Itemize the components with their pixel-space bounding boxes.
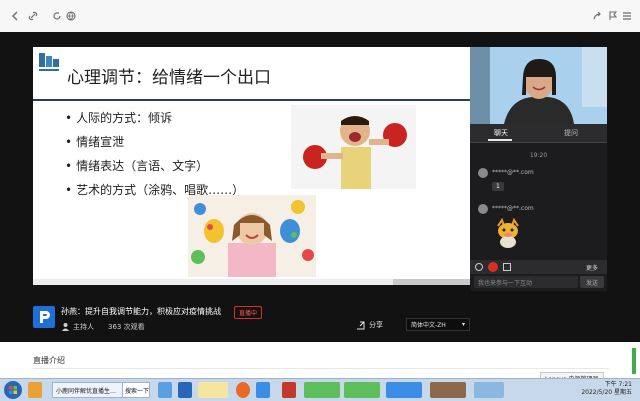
avatar	[478, 204, 488, 214]
app-icon[interactable]	[28, 382, 42, 398]
flag-icon[interactable]	[606, 9, 620, 23]
taskbar: 小鹿同伴解忧直播生… 搜索一下 下午 7:21 2022/5/20 星期五	[0, 378, 640, 401]
stream-title: 孙燕：提升自我调节能力，积极应对疫情挑战	[61, 307, 221, 316]
avatar	[478, 168, 488, 178]
menu-icon[interactable]	[620, 9, 634, 23]
boxing-child-photo	[291, 105, 416, 189]
wechat-icon[interactable]	[344, 382, 380, 398]
taskbar-clock[interactable]: 下午 7:21 2022/5/20 星期五	[581, 381, 632, 397]
bullet-item: 情绪表达（言语、文字）	[65, 157, 208, 174]
refresh-icon[interactable]	[50, 9, 64, 23]
language-value: 简体中文-ZH	[411, 322, 446, 329]
university-logo	[37, 51, 61, 75]
firefox-icon[interactable]	[236, 382, 250, 398]
chat-username: *****@**.com	[492, 205, 534, 212]
app-icon[interactable]	[386, 382, 422, 398]
gift-icon[interactable]	[488, 262, 498, 272]
link-icon[interactable]	[26, 9, 40, 23]
slide-footer-accent	[393, 279, 470, 285]
app-icon[interactable]	[474, 382, 504, 398]
chat-panel: 聊天 提问 19:20 *****@**.com 1 *****@**.com …	[470, 124, 607, 291]
tab-chat[interactable]: 聊天	[494, 128, 508, 138]
slide-title: 心理调节：给情绪一个出口	[67, 68, 271, 88]
chat-username: *****@**.com	[492, 169, 534, 176]
host-icon	[61, 322, 70, 331]
chat-input[interactable]: 我也来参与一下互动	[474, 276, 578, 288]
taskbar-search[interactable]: 搜索一下	[122, 382, 150, 398]
app-icon[interactable]	[430, 382, 466, 398]
chat-tools-bar: 更多	[470, 260, 607, 274]
section-title: 直播介绍	[33, 356, 65, 365]
tab-questions[interactable]: 提问	[564, 128, 578, 138]
active-tab-indicator	[488, 139, 512, 141]
scrollbar-thumb[interactable]	[632, 348, 636, 374]
browser-toolbar	[0, 0, 640, 33]
app-icon[interactable]	[256, 382, 270, 398]
bullet-item: 情绪宣泄	[65, 133, 124, 150]
painting-child-photo	[188, 195, 316, 277]
start-button[interactable]	[4, 381, 22, 399]
emoji-icon[interactable]	[475, 263, 483, 271]
section-divider	[33, 368, 609, 369]
image-icon[interactable]	[503, 263, 511, 271]
clock-time: 下午 7:21	[604, 381, 632, 388]
language-select[interactable]: 简体中文-ZH ▾	[406, 318, 470, 331]
share-button[interactable]: 分享	[356, 320, 383, 330]
clock-date: 2022/5/20 星期五	[581, 389, 632, 396]
presentation-slide: 心理调节：给情绪一个出口 人际的方式：倾诉 情绪宣泄 情绪表达（言语、文字） 艺…	[33, 47, 470, 285]
chat-input-placeholder: 我也来参与一下互动	[478, 280, 533, 287]
cow-sticker-icon	[494, 217, 522, 248]
share-icon[interactable]	[590, 9, 604, 23]
globe-icon[interactable]	[64, 9, 78, 23]
app-icon[interactable]	[282, 382, 296, 398]
chat-tab-bar: 聊天 提问	[470, 124, 607, 143]
bullet-item: 人际的方式：倾诉	[65, 109, 172, 126]
more-button[interactable]: 更多	[586, 263, 598, 272]
live-badge: 直播中	[234, 306, 262, 319]
share-arrow-icon	[357, 321, 365, 329]
chat-message: 1	[492, 182, 504, 191]
send-button[interactable]: 发送	[580, 276, 604, 288]
back-icon[interactable]	[8, 9, 22, 23]
host-label: 主持人	[73, 323, 94, 331]
channel-logo	[33, 306, 55, 328]
title-divider	[33, 99, 470, 101]
app-icon[interactable]	[178, 382, 192, 398]
share-label: 分享	[369, 321, 383, 329]
view-count: 363 次观看	[108, 323, 145, 331]
app-icon[interactable]	[158, 382, 172, 398]
chat-timestamp: 19:20	[529, 152, 548, 159]
app-icon[interactable]	[198, 382, 228, 398]
chevron-down-icon: ▾	[461, 321, 465, 328]
speaker-video	[470, 47, 607, 124]
wechat-icon[interactable]	[304, 382, 340, 398]
